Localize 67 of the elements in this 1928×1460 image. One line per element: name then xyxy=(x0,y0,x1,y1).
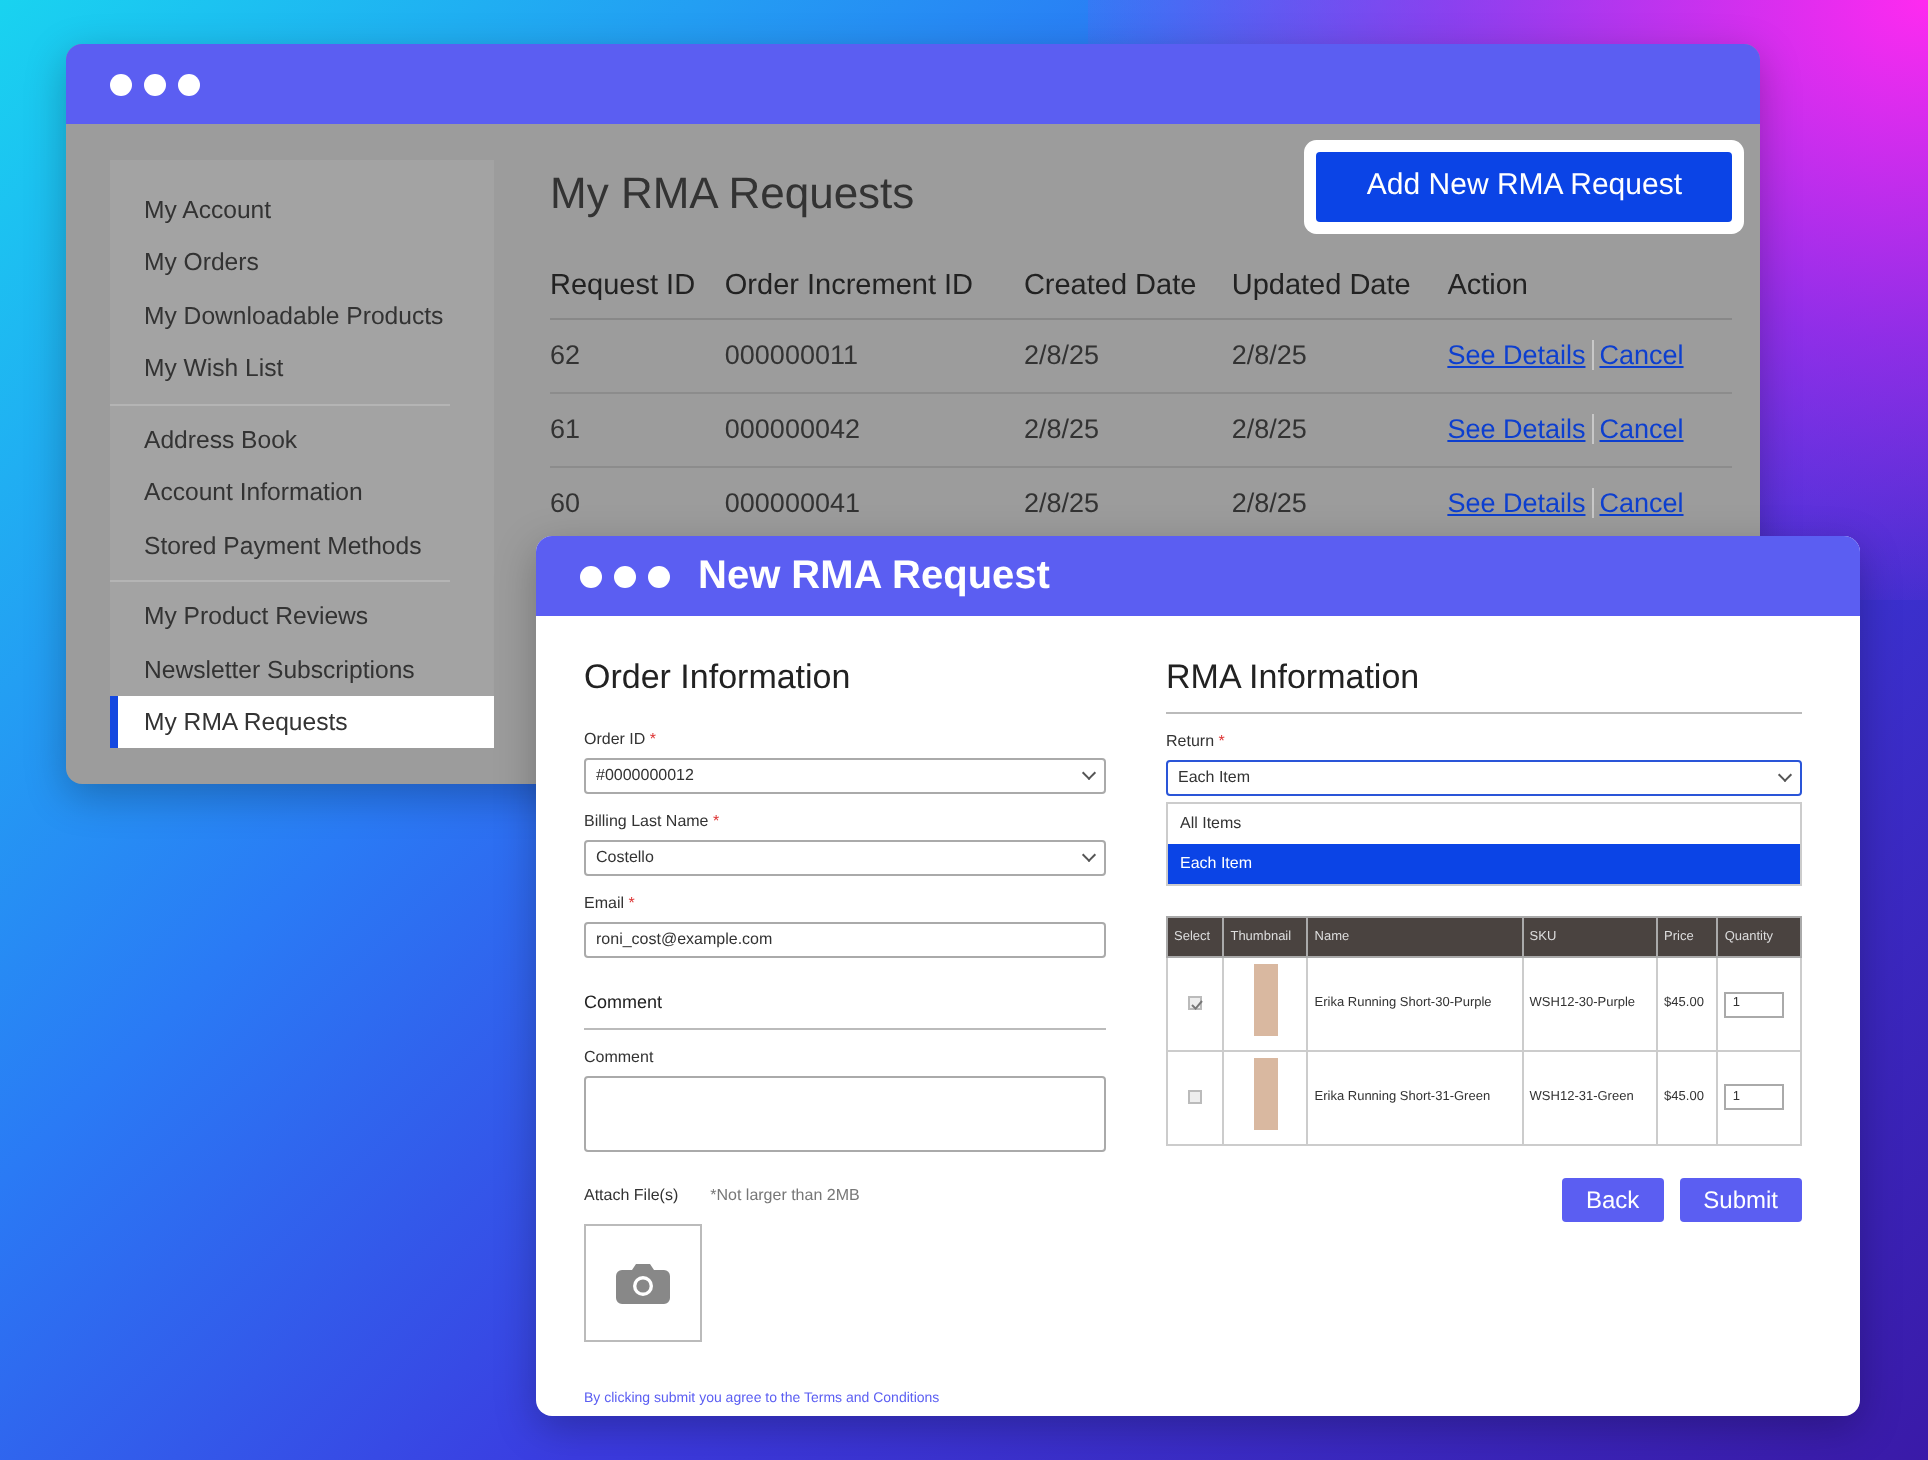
action-link[interactable]: See Details xyxy=(1447,414,1586,444)
page-title: My RMA Requests xyxy=(550,166,915,222)
dropdown-option[interactable]: All Items xyxy=(1168,803,1800,843)
sidebar-item[interactable]: My Wish List xyxy=(110,342,450,396)
table-cell: 000000011 xyxy=(724,318,1024,393)
table-cell: 2/8/25 xyxy=(1023,393,1232,468)
select-field[interactable]: #0000000012 xyxy=(584,757,1106,793)
table-cell: 62 xyxy=(550,318,725,393)
upload-button[interactable] xyxy=(584,1224,702,1342)
sidebar-item[interactable]: My Downloadable Products xyxy=(110,289,450,343)
action-link[interactable]: See Details xyxy=(1447,488,1586,519)
window-dot-icon xyxy=(144,73,166,95)
table-cell: 2/8/25 xyxy=(1231,318,1448,393)
checkbox[interactable] xyxy=(1188,996,1203,1011)
field-label: Comment xyxy=(584,1046,656,1070)
photo-placeholder xyxy=(1253,964,1278,1037)
photo-placeholder xyxy=(1253,1058,1278,1130)
submit-button[interactable]: Submit xyxy=(1679,1177,1802,1222)
column-header: Action xyxy=(1447,258,1732,319)
hint-text: *Not larger than 2MB xyxy=(710,1184,860,1208)
table-cell: 2/8/25 xyxy=(1231,393,1448,468)
checkbox[interactable] xyxy=(1188,1089,1203,1104)
window-dot-icon xyxy=(178,73,200,95)
action-link[interactable]: See Details xyxy=(1447,339,1586,370)
camera-icon xyxy=(616,1262,670,1304)
sidebar-item[interactable]: My Orders xyxy=(110,236,450,290)
sidebar-item[interactable]: Newsletter Subscriptions xyxy=(110,643,494,696)
table-cell: 2/8/25 xyxy=(1023,318,1232,393)
dropdown-option[interactable]: Each Item xyxy=(1168,843,1800,883)
sidebar-item[interactable]: Address Book xyxy=(110,413,450,467)
sidebar-item[interactable]: Account Information xyxy=(110,466,450,520)
column-header: Request ID xyxy=(550,258,725,319)
window-dot-icon xyxy=(648,565,670,587)
window-dot-icon xyxy=(614,565,636,587)
column-header: Order Increment ID xyxy=(724,258,1024,319)
field-label: Billing Last Name xyxy=(584,811,709,829)
table-cell: 000000042 xyxy=(724,393,1024,468)
window-dot-icon xyxy=(110,73,132,95)
input-field[interactable]: roni_cost@example.com xyxy=(584,921,1106,957)
field-label: Return xyxy=(1166,731,1215,749)
action-link[interactable]: Cancel xyxy=(1591,414,1684,444)
sidebar-item[interactable]: Stored Payment Methods xyxy=(110,519,450,573)
comment-field[interactable] xyxy=(584,1076,1106,1152)
section-heading: RMA Information xyxy=(1166,652,1802,713)
sidebar-item[interactable]: My Product Reviews xyxy=(110,590,494,643)
action-link[interactable]: Cancel xyxy=(1591,339,1684,370)
select-field[interactable]: Each Item xyxy=(1166,759,1802,795)
back-button[interactable]: Back xyxy=(1561,1177,1664,1222)
select-field[interactable]: Costello xyxy=(584,839,1106,875)
required-mark: * xyxy=(712,811,720,829)
action-link[interactable]: Cancel xyxy=(1591,488,1684,519)
column-header: Updated Date xyxy=(1231,258,1448,319)
add-rma-button[interactable]: Add New RMA Request xyxy=(1316,152,1732,221)
column-header: Created Date xyxy=(1023,258,1232,319)
sidebar-item[interactable]: My Account xyxy=(110,184,450,237)
section-heading: Comment xyxy=(584,989,1106,1030)
dialog-title: New RMA Request xyxy=(698,552,1050,602)
table-cell: 61 xyxy=(550,393,725,468)
required-mark: * xyxy=(628,893,635,911)
window-dot-icon xyxy=(580,565,602,587)
field-label: Attach File(s) xyxy=(584,1184,679,1208)
field-label: Email xyxy=(584,893,625,911)
field-label: Order ID xyxy=(584,729,646,747)
required-mark: * xyxy=(1218,731,1225,749)
section-heading: Order Information xyxy=(584,656,853,700)
required-mark: * xyxy=(649,729,657,747)
sidebar-item[interactable]: My RMA Requests xyxy=(110,695,494,749)
